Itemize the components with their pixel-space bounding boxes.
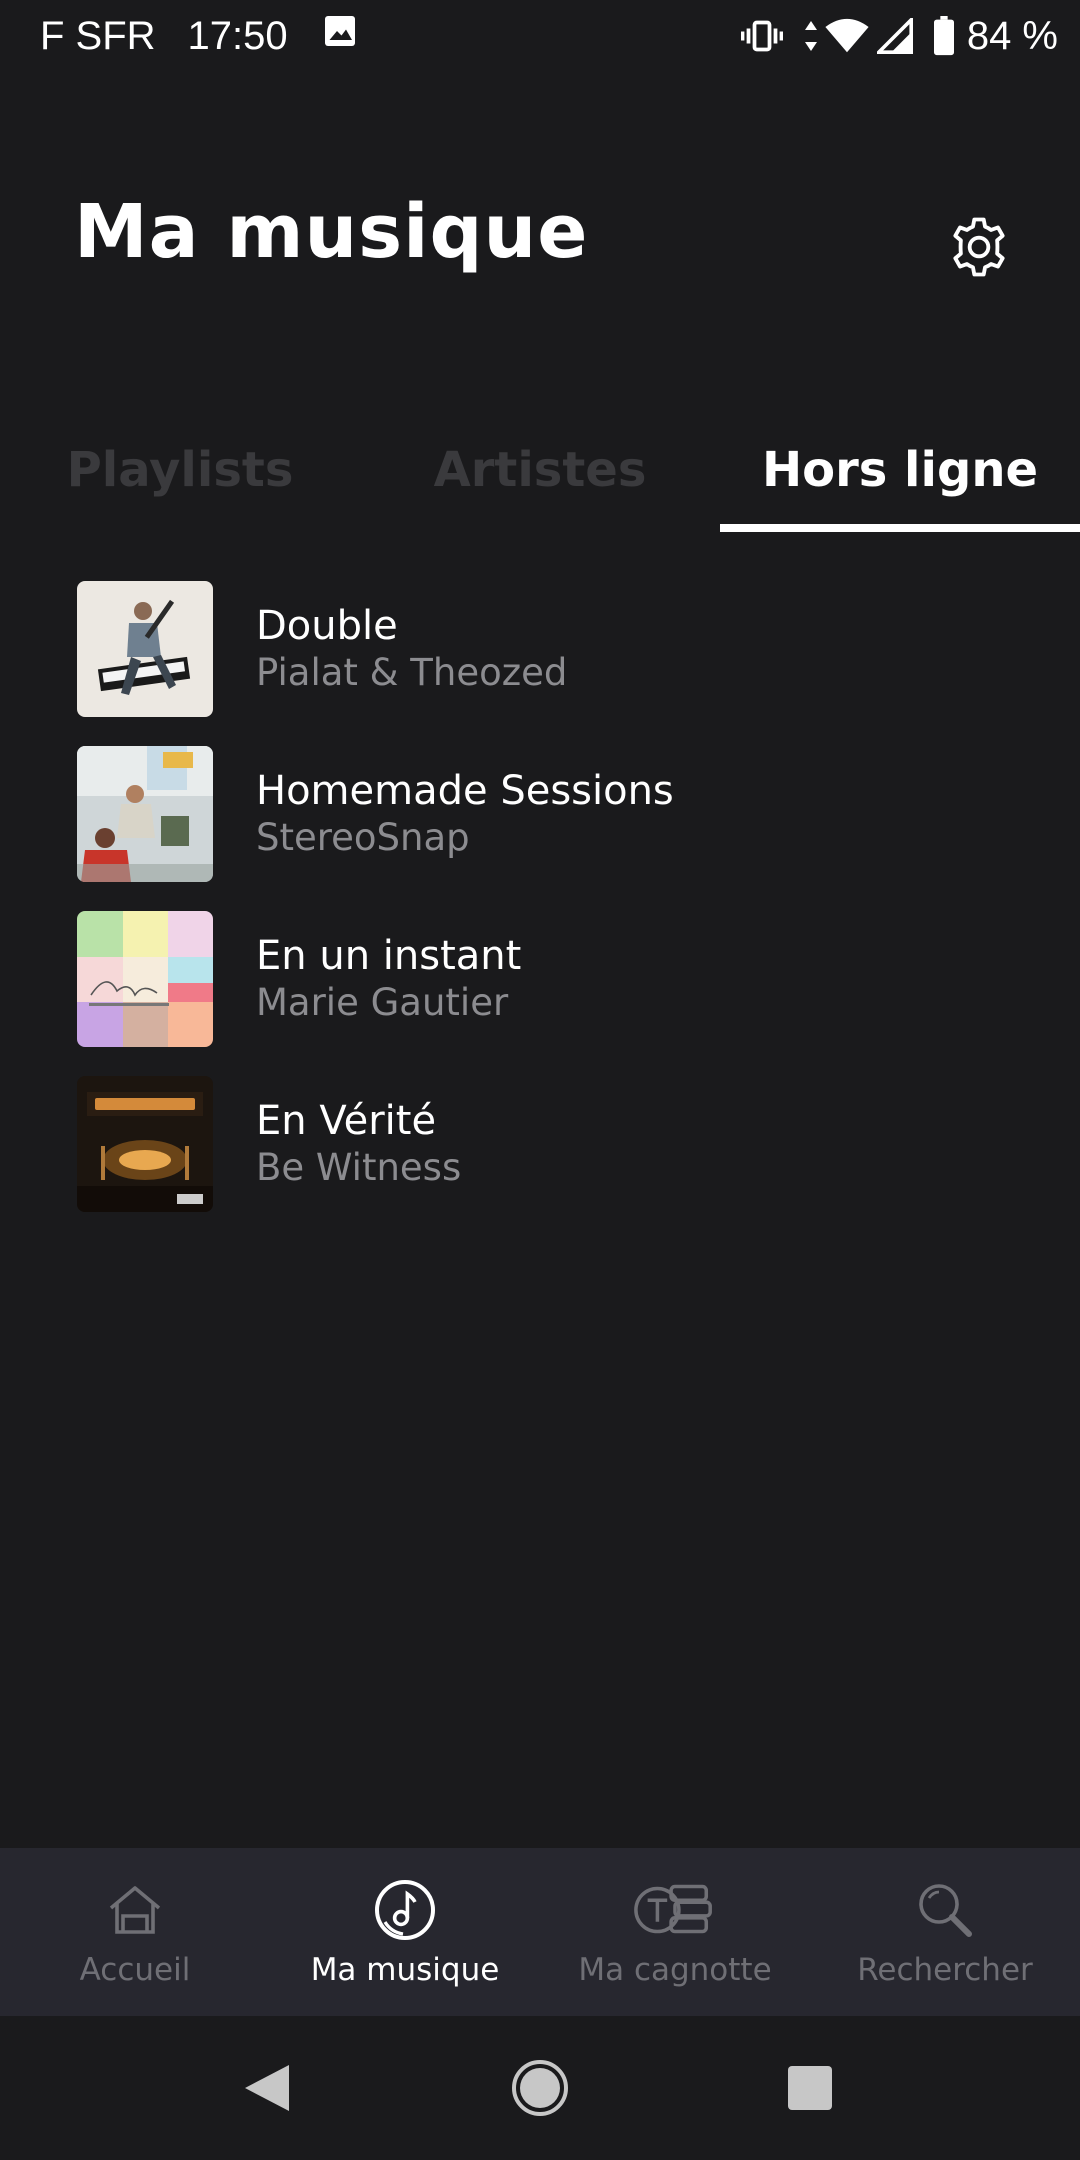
album-artist: Marie Gautier	[256, 981, 509, 1024]
status-bar-left: F SFR 17:50	[40, 13, 358, 59]
tab-playlists[interactable]: Playlists	[40, 410, 320, 530]
album-title: Double	[256, 603, 398, 649]
home-circle-icon	[512, 2060, 568, 2116]
nav-ma-cagnotte[interactable]: Ma cagnotte	[540, 1848, 810, 2016]
back-icon	[245, 2065, 289, 2111]
battery-percent: 84 %	[966, 13, 1058, 58]
album-item-en-un-instant[interactable]: En un instant Marie Gautier	[0, 905, 1080, 1070]
album-item-en-verite[interactable]: En Vérité Be Witness	[0, 1070, 1080, 1235]
data-arrows-icon	[803, 18, 819, 54]
vibrate-icon	[740, 18, 783, 54]
album-cover	[77, 581, 213, 717]
album-artist: Pialat & Theozed	[256, 651, 568, 694]
nav-label: Ma cagnotte	[578, 1952, 772, 1988]
system-navigation-bar	[0, 2016, 1080, 2160]
nav-label: Rechercher	[857, 1952, 1033, 1988]
home-icon	[0, 1878, 270, 1942]
search-icon	[810, 1878, 1080, 1942]
nav-ma-musique[interactable]: Ma musique	[270, 1848, 540, 2016]
battery-icon	[933, 16, 955, 56]
tab-artistes[interactable]: Artistes	[400, 410, 680, 530]
album-title: En Vérité	[256, 1098, 437, 1144]
music-disc-icon	[270, 1878, 540, 1942]
album-title: En un instant	[256, 933, 522, 979]
nav-accueil[interactable]: Accueil	[0, 1848, 270, 2016]
carrier-name: F SFR	[40, 13, 156, 58]
album-cover	[77, 746, 213, 882]
album-cover	[77, 911, 213, 1047]
back-button[interactable]	[226, 2048, 306, 2128]
status-bar-right: 84 %	[721, 14, 1058, 59]
nav-label: Ma musique	[310, 1952, 500, 1988]
token-stack-icon	[540, 1878, 810, 1942]
album-artist: Be Witness	[256, 1146, 462, 1189]
status-bar: F SFR 17:50 84 %	[0, 0, 1080, 72]
recents-button[interactable]	[770, 2048, 850, 2128]
gear-icon	[953, 217, 1005, 277]
offline-album-list: Double Pialat & Theozed Homemade Session…	[0, 575, 1080, 1235]
album-title: Homemade Sessions	[256, 768, 674, 814]
album-item-double[interactable]: Double Pialat & Theozed	[0, 575, 1080, 740]
settings-button[interactable]	[944, 212, 1014, 282]
recents-icon	[788, 2066, 832, 2110]
page-title: Ma musique	[74, 189, 589, 275]
wifi-icon	[825, 18, 869, 54]
nav-label: Accueil	[79, 1952, 191, 1988]
tab-hors-ligne[interactable]: Hors ligne	[720, 410, 1080, 530]
signal-icon	[876, 18, 913, 54]
active-tab-indicator	[720, 524, 1080, 532]
album-cover	[77, 1076, 213, 1212]
nav-rechercher[interactable]: Rechercher	[810, 1848, 1080, 2016]
bottom-navigation: Accueil Ma musique Ma cagnotte Recherche…	[0, 1848, 1080, 2016]
image-icon	[322, 13, 358, 59]
album-item-homemade-sessions[interactable]: Homemade Sessions StereoSnap	[0, 740, 1080, 905]
tab-bar: Playlists Artistes Hors ligne	[0, 410, 1080, 532]
clock: 17:50	[187, 13, 288, 58]
album-artist: StereoSnap	[256, 816, 470, 859]
home-button[interactable]	[500, 2048, 580, 2128]
